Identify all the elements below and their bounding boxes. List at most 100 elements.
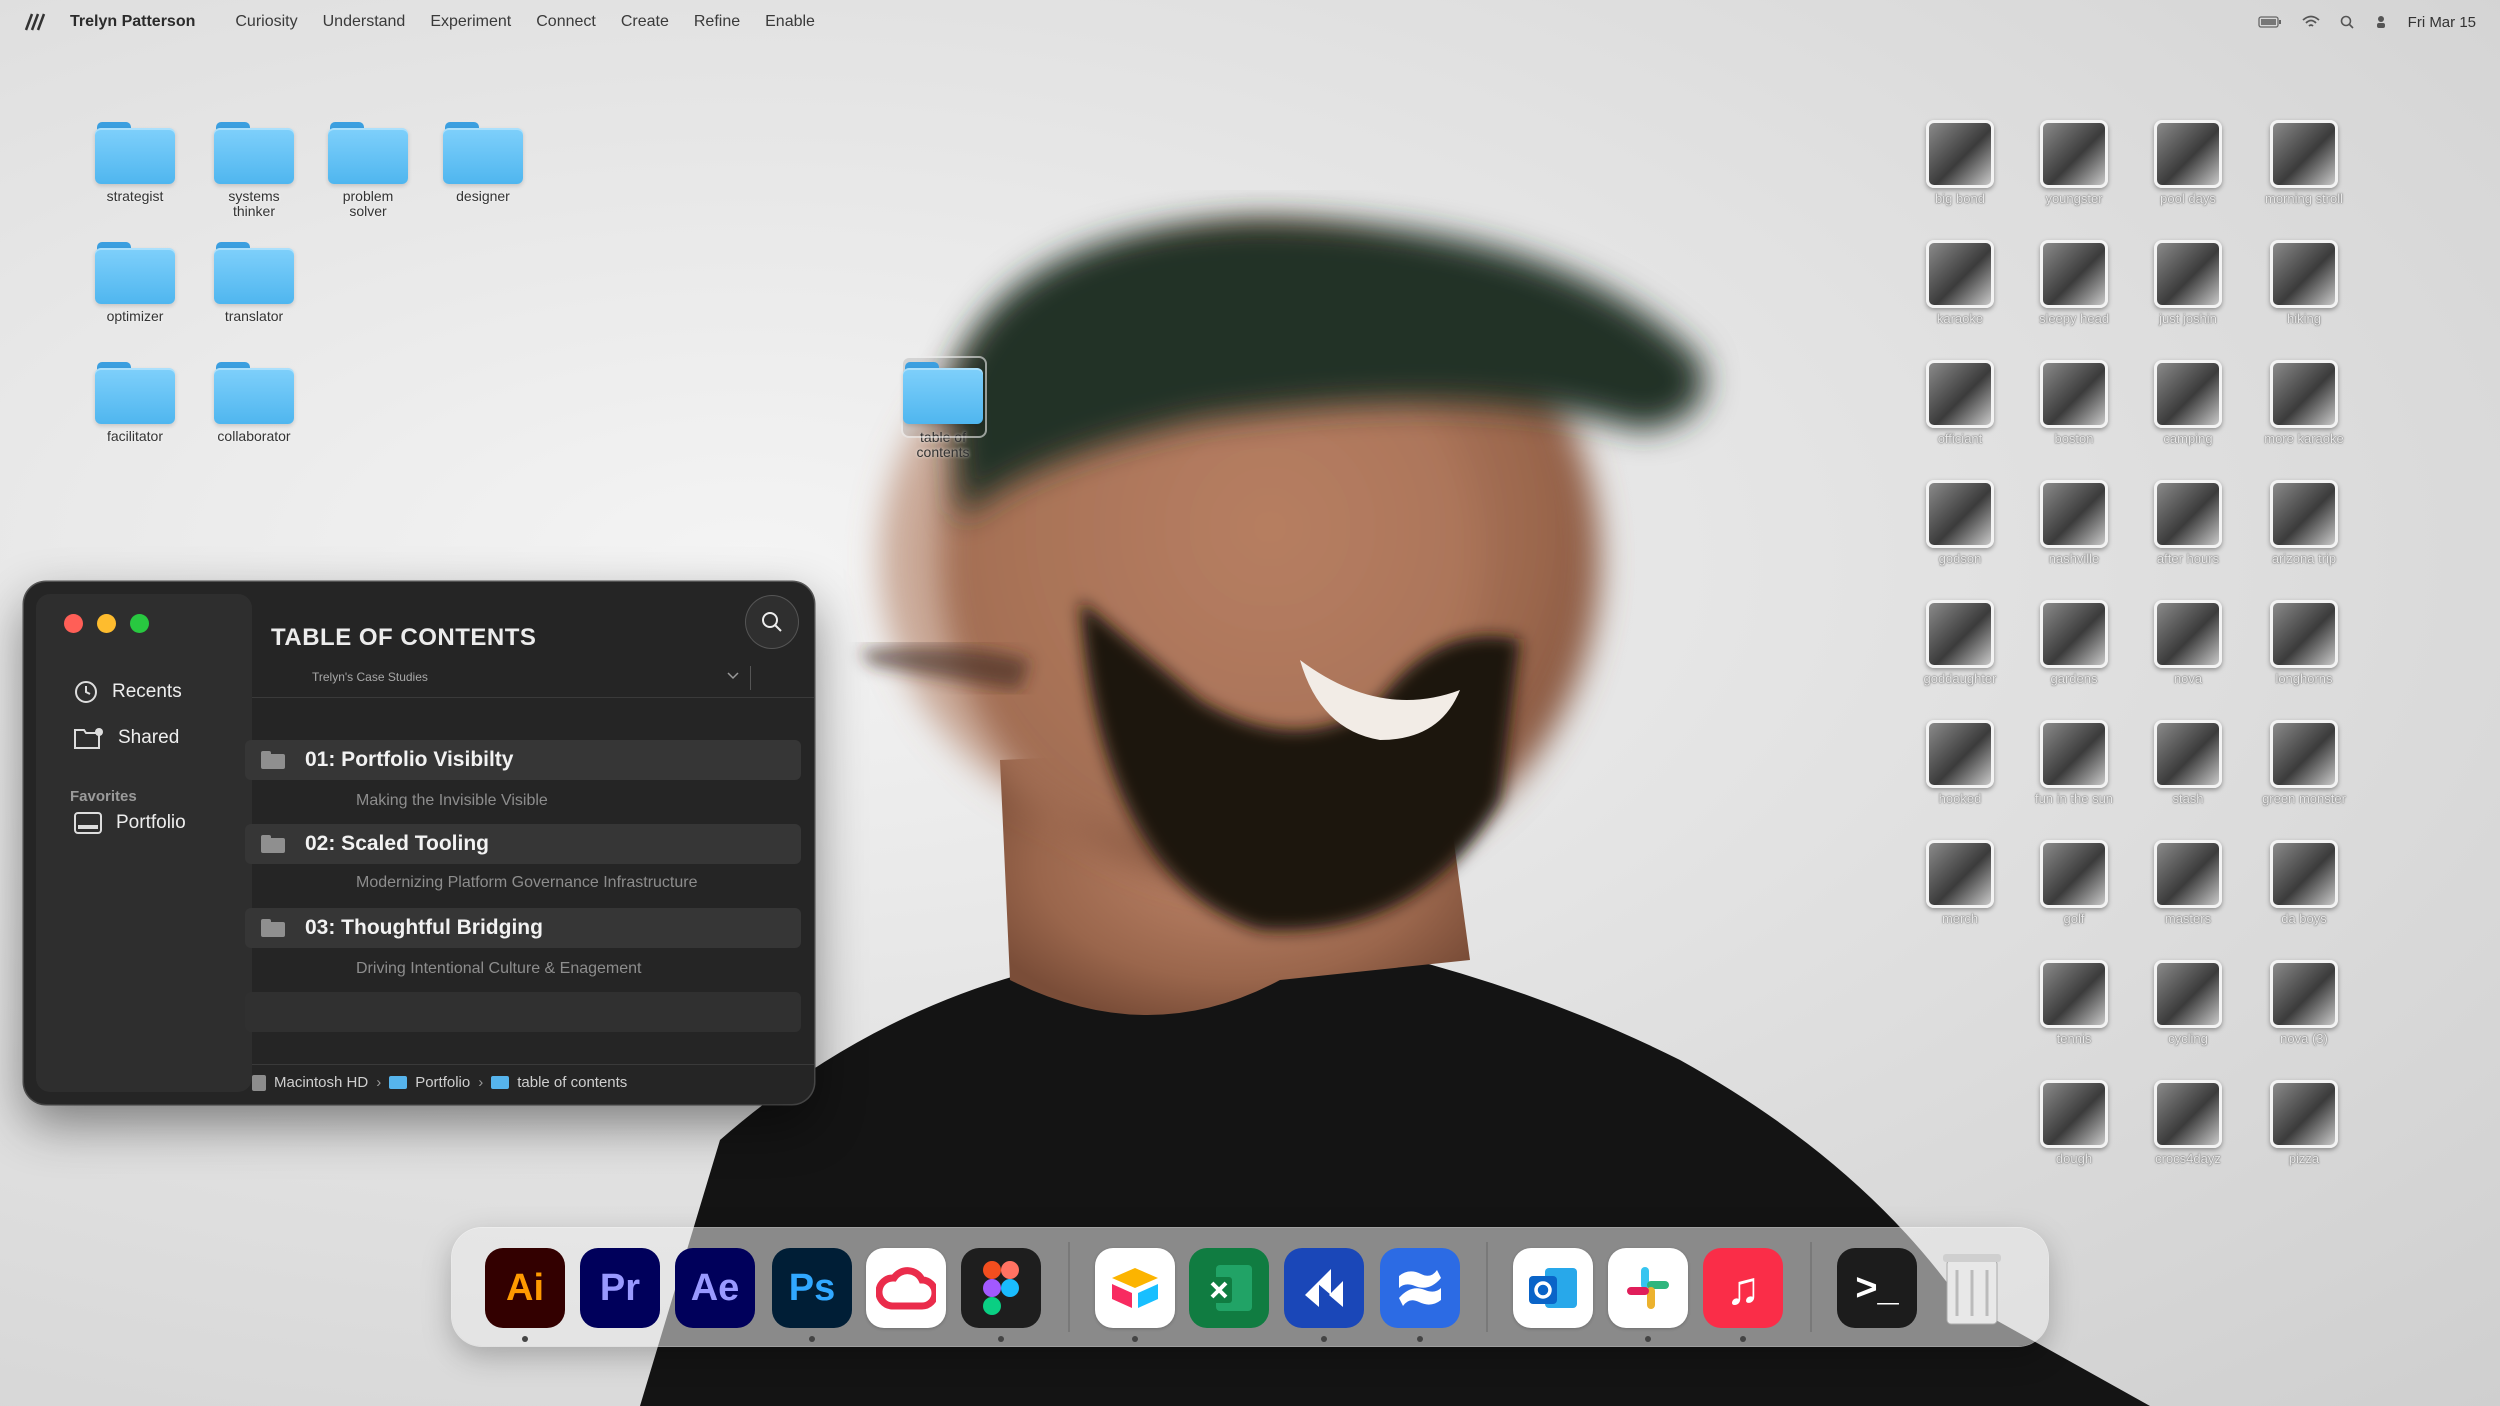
menu-connect[interactable]: Connect (536, 13, 596, 31)
photo-item[interactable]: boston (2014, 360, 2134, 446)
illustrator-icon[interactable]: Ai (485, 1248, 565, 1328)
folder-table-of-contents[interactable]: table of contents (893, 356, 993, 460)
photo-thumbnail (2270, 240, 2338, 308)
menu-refine[interactable]: Refine (694, 13, 740, 31)
menu-owner-name[interactable]: Trelyn Patterson (70, 13, 195, 31)
menu-create[interactable]: Create (621, 13, 669, 31)
chevron-down-icon[interactable] (724, 666, 742, 684)
photo-item[interactable]: hiking (2244, 240, 2364, 326)
brand-logo-icon[interactable] (24, 12, 48, 32)
photo-item[interactable]: masters (2128, 840, 2248, 926)
photo-item[interactable]: golf (2014, 840, 2134, 926)
wifi-icon[interactable] (2302, 15, 2320, 29)
photo-thumbnail (2154, 480, 2222, 548)
pathbar-divider (252, 1064, 814, 1065)
folder-label: problem solver (342, 188, 394, 219)
slack-icon[interactable] (1608, 1248, 1688, 1328)
menu-enable[interactable]: Enable (765, 13, 815, 31)
photo-item[interactable]: tennis (2014, 960, 2134, 1046)
folder-optimizer[interactable]: optimizer (85, 242, 185, 324)
photo-item[interactable]: nova (3) (2244, 960, 2364, 1046)
folder-facilitator[interactable]: facilitator (85, 362, 185, 444)
photo-label: officiant (1937, 431, 1983, 446)
menu-curiosity[interactable]: Curiosity (235, 13, 297, 31)
search-button[interactable] (746, 596, 798, 648)
menu-experiment[interactable]: Experiment (430, 13, 511, 31)
folder-collaborator[interactable]: collaborator (204, 362, 304, 444)
empty-list-row (245, 992, 801, 1032)
excel-icon[interactable] (1189, 1248, 1269, 1328)
photo-item[interactable]: camping (2128, 360, 2248, 446)
photo-item[interactable]: sleepy head (2014, 240, 2134, 326)
folder-systems-thinker[interactable]: systems thinker (204, 122, 304, 219)
folder-translator[interactable]: translator (204, 242, 304, 324)
photo-item[interactable]: fun in the sun (2014, 720, 2134, 806)
photo-item[interactable]: arizona trip (2244, 480, 2364, 566)
path-segment[interactable]: table of contents (517, 1074, 627, 1091)
zoom-button[interactable] (130, 614, 149, 633)
list-item-thoughtful-bridging[interactable]: 03: Thoughtful Bridging (245, 908, 801, 948)
photo-item[interactable]: just joshin (2128, 240, 2248, 326)
photo-item[interactable]: cycling (2128, 960, 2248, 1046)
photoshop-icon[interactable]: Ps (772, 1248, 852, 1328)
minimize-button[interactable] (97, 614, 116, 633)
path-segment[interactable]: Portfolio (415, 1074, 470, 1091)
photo-item[interactable]: more karaoke (2244, 360, 2364, 446)
photo-item[interactable]: crocs4dayz (2128, 1080, 2248, 1166)
location-dropdown[interactable]: Trelyn's Case Studies (312, 670, 428, 684)
photo-thumbnail (2270, 1080, 2338, 1148)
airtable-icon[interactable] (1095, 1248, 1175, 1328)
music-icon[interactable]: ♫ (1703, 1248, 1783, 1328)
photo-item[interactable]: karaoke (1900, 240, 2020, 326)
sidebar-item-shared[interactable]: Shared (74, 727, 179, 749)
photo-item[interactable]: hooked (1900, 720, 2020, 806)
photo-item[interactable]: after hours (2128, 480, 2248, 566)
photo-item[interactable]: stash (2128, 720, 2248, 806)
terminal-icon[interactable]: >_ (1837, 1248, 1917, 1328)
photo-item[interactable]: nashville (2014, 480, 2134, 566)
photo-item[interactable]: longhorns (2244, 600, 2364, 686)
photo-label: just joshin (2159, 311, 2217, 326)
photo-item[interactable]: godson (1900, 480, 2020, 566)
creative-cloud-icon[interactable] (866, 1248, 946, 1328)
folder-strategist[interactable]: strategist (85, 122, 185, 204)
list-item-portfolio-visibility[interactable]: 01: Portfolio Visibilty (245, 740, 801, 780)
photo-item[interactable]: green monster (2244, 720, 2364, 806)
dock-separator (1486, 1242, 1488, 1332)
figma-icon[interactable] (961, 1248, 1041, 1328)
photo-item[interactable]: officiant (1900, 360, 2020, 446)
photo-item[interactable]: da boys (2244, 840, 2364, 926)
list-item-scaled-tooling[interactable]: 02: Scaled Tooling (245, 824, 801, 864)
dock-app-glyph: >_ (1855, 1266, 1899, 1309)
photo-item[interactable]: morning stroll (2244, 120, 2364, 206)
photo-item[interactable]: pool days (2128, 120, 2248, 206)
photo-item[interactable]: dough (2014, 1080, 2134, 1166)
menu-understand[interactable]: Understand (323, 13, 406, 31)
confluence-icon[interactable] (1380, 1248, 1460, 1328)
photo-item[interactable]: youngster (2014, 120, 2134, 206)
close-button[interactable] (64, 614, 83, 633)
search-icon[interactable] (2340, 15, 2354, 29)
control-center-icon[interactable] (2374, 15, 2388, 29)
outlook-icon[interactable] (1513, 1248, 1593, 1328)
trash-icon[interactable] (1932, 1248, 2012, 1328)
premiere-icon[interactable]: Pr (580, 1248, 660, 1328)
photo-item[interactable]: goddaughter (1900, 600, 2020, 686)
battery-icon[interactable] (2258, 16, 2282, 28)
photo-thumbnail (2154, 840, 2222, 908)
photo-item[interactable]: merch (1900, 840, 2020, 926)
sidebar-item-portfolio[interactable]: Portfolio (74, 812, 186, 834)
photo-item[interactable]: pizza (2244, 1080, 2364, 1166)
folder-designer[interactable]: designer (433, 122, 533, 204)
photo-item[interactable]: big bond (1900, 120, 2020, 206)
folder-icon (903, 362, 983, 424)
photo-thumbnail (2270, 840, 2338, 908)
sidebar-item-recents[interactable]: Recents (74, 680, 182, 704)
jira-align-icon[interactable] (1284, 1248, 1364, 1328)
path-segment[interactable]: Macintosh HD (274, 1074, 368, 1091)
menubar-date[interactable]: Fri Mar 15 (2408, 14, 2476, 31)
folder-problem-solver[interactable]: problem solver (318, 122, 418, 219)
photo-item[interactable]: nova (2128, 600, 2248, 686)
photo-item[interactable]: gardens (2014, 600, 2134, 686)
after-effects-icon[interactable]: Ae (675, 1248, 755, 1328)
